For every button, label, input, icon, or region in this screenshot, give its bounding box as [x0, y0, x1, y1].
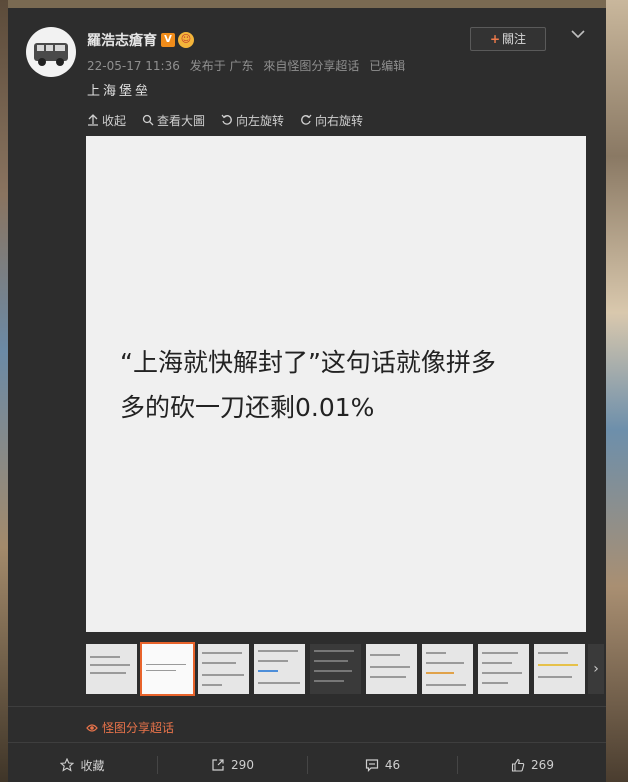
post-meta: 22-05-17 11:36 发布于 广东 來自怪图分享超话 已编辑 — [87, 57, 411, 74]
edited-label[interactable]: 已编辑 — [369, 59, 405, 73]
timestamp[interactable]: 22-05-17 11:36 — [87, 59, 180, 73]
rotate-right-button[interactable]: 向右旋转 — [300, 112, 363, 129]
supertopic-icon — [86, 723, 98, 732]
like-count: 269 — [531, 758, 554, 772]
thumbnail-6[interactable] — [366, 644, 417, 694]
star-icon — [60, 758, 75, 772]
share-icon — [212, 759, 224, 771]
collect-label: 收起 — [102, 113, 127, 128]
rotate-left-icon — [221, 114, 232, 125]
supertopic-link[interactable]: 怪图分享超话 — [86, 719, 174, 736]
thumbnail-strip: › — [86, 642, 604, 696]
post-text: 上海堡垒 — [87, 84, 152, 99]
background-photo-left — [0, 0, 8, 782]
thumbnail-4[interactable] — [254, 644, 305, 694]
follow-button[interactable]: + 關注 — [470, 27, 546, 51]
thumbs-up-icon — [511, 758, 525, 772]
thumbnail-2-active[interactable] — [140, 642, 195, 696]
avatar[interactable] — [26, 27, 76, 77]
rotate-left-label: 向左旋转 — [236, 113, 285, 128]
thumbnail-7[interactable] — [422, 644, 473, 694]
arrow-up-icon — [88, 114, 98, 126]
location: 发布于 广东 — [189, 59, 254, 73]
rotate-right-label: 向右旋转 — [315, 113, 364, 128]
chevron-right-icon[interactable]: › — [588, 644, 604, 694]
search-icon — [142, 114, 154, 126]
rotate-left-button[interactable]: 向左旋转 — [221, 112, 284, 129]
thumbnail-9[interactable] — [534, 644, 585, 694]
view-large-label: 查看大圖 — [157, 113, 206, 128]
repost-count: 290 — [231, 758, 254, 772]
comment-count: 46 — [384, 758, 401, 772]
plus-icon: + — [489, 32, 501, 46]
rotate-right-icon — [301, 114, 312, 125]
thumbnail-5[interactable] — [310, 644, 361, 694]
image-text-line-2: 多的砍一刀还剩0.01% — [120, 393, 375, 422]
supertopic-label: 怪图分享超话 — [102, 721, 175, 735]
comment-icon — [365, 759, 378, 772]
favorite-button[interactable]: 收藏 — [8, 748, 157, 782]
image-text-line-1: “上海就快解封了”这句话就像拼多 — [120, 348, 496, 377]
divider — [8, 742, 606, 743]
fan-badge-icon: ☺ — [178, 32, 194, 48]
image-text: “上海就快解封了”这句话就像拼多 多的砍一刀还剩0.01% — [120, 340, 570, 430]
collect-button[interactable]: 收起 — [87, 112, 126, 129]
comment-button[interactable]: 46 — [308, 748, 457, 782]
follow-label: 關注 — [502, 32, 527, 46]
weibo-post-card: 羅浩志瘡育 V ☺ 22-05-17 11:36 发布于 广东 來自怪图分享超话… — [8, 8, 606, 782]
thumbnail-3[interactable] — [198, 644, 249, 694]
post-main-image[interactable]: “上海就快解封了”这句话就像拼多 多的砍一刀还剩0.01% — [86, 136, 586, 632]
favorite-label: 收藏 — [80, 758, 105, 773]
source-link[interactable]: 來自怪图分享超话 — [263, 59, 359, 73]
background-photo-right — [606, 0, 628, 782]
action-bar: 收藏 290 46 269 — [8, 748, 606, 782]
image-toolbar: 收起 查看大圖 向左旋转 向右旋转 — [87, 110, 363, 130]
like-button[interactable]: 269 — [458, 748, 607, 782]
username[interactable]: 羅浩志瘡育 — [87, 30, 157, 50]
view-large-button[interactable]: 查看大圖 — [142, 112, 205, 129]
repost-button[interactable]: 290 — [158, 748, 307, 782]
divider — [8, 706, 606, 707]
thumbnail-1[interactable] — [86, 644, 137, 694]
vip-badge-icon: V — [161, 33, 175, 47]
chevron-down-icon[interactable] — [570, 26, 586, 42]
van-avatar-icon — [34, 43, 68, 66]
thumbnail-8[interactable] — [478, 644, 529, 694]
